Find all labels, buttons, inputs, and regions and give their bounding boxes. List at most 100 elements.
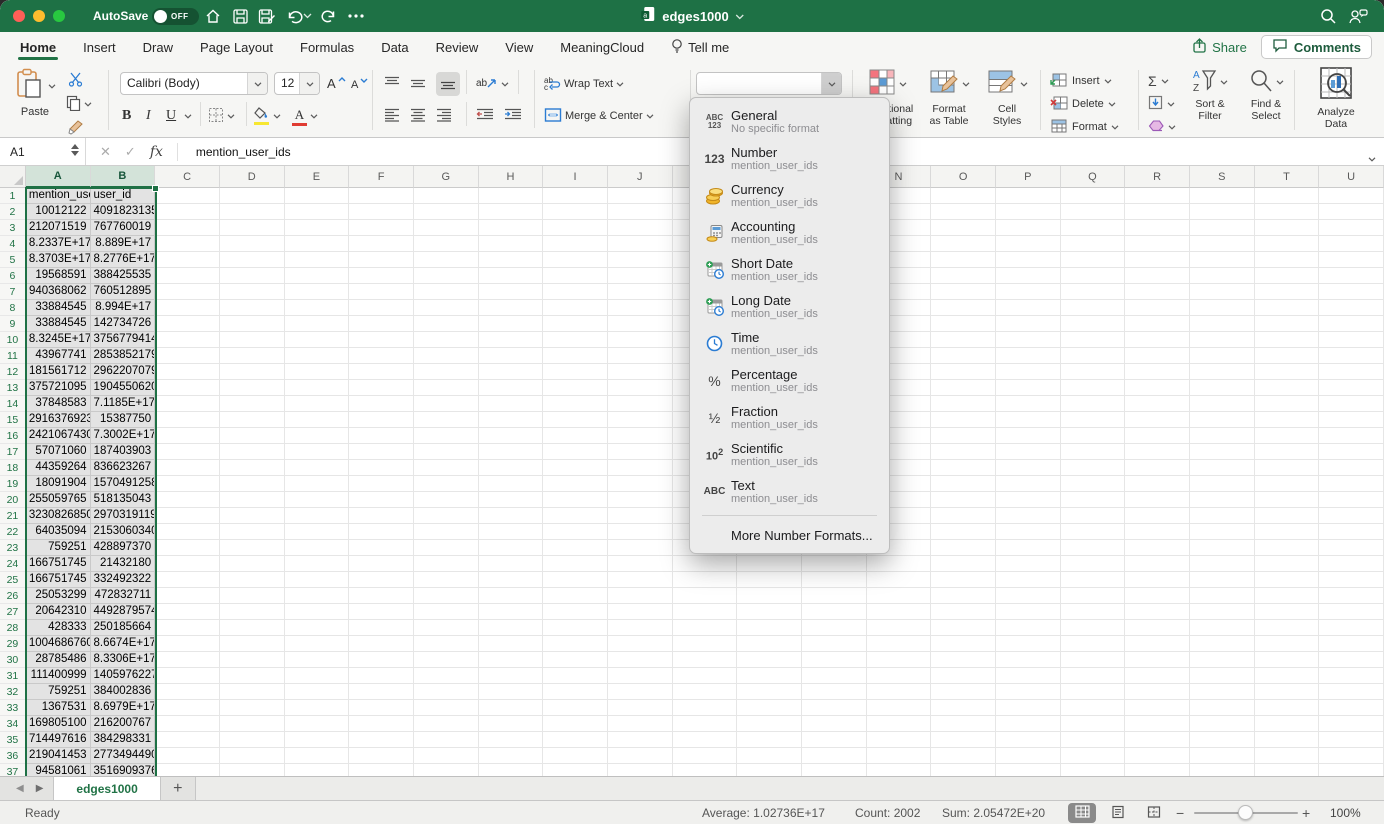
tab-tell-me[interactable]: Tell me xyxy=(671,32,729,62)
cell-r23[interactable] xyxy=(1125,540,1190,556)
cell-b28[interactable]: 250185664 xyxy=(91,620,156,636)
cell-g7[interactable] xyxy=(414,284,479,300)
cell-f12[interactable] xyxy=(349,364,414,380)
cell-e21[interactable] xyxy=(285,508,350,524)
align-right-button[interactable] xyxy=(436,104,452,128)
cell-b29[interactable]: 8.6674E+17 xyxy=(91,636,156,652)
cell-a1[interactable]: mention_user_ids xyxy=(26,188,91,204)
cell-j30[interactable] xyxy=(608,652,673,668)
cell-o32[interactable] xyxy=(931,684,996,700)
cell-t20[interactable] xyxy=(1255,492,1320,508)
cell-j2[interactable] xyxy=(608,204,673,220)
cell-p9[interactable] xyxy=(996,316,1061,332)
cell-f31[interactable] xyxy=(349,668,414,684)
cell-i30[interactable] xyxy=(543,652,608,668)
cell-r27[interactable] xyxy=(1125,604,1190,620)
cell-n33[interactable] xyxy=(867,700,932,716)
cell-h27[interactable] xyxy=(479,604,544,620)
cell-i2[interactable] xyxy=(543,204,608,220)
cell-b19[interactable]: 1570491258 xyxy=(91,476,156,492)
cell-c2[interactable] xyxy=(155,204,220,220)
cell-k35[interactable] xyxy=(673,732,738,748)
cell-i4[interactable] xyxy=(543,236,608,252)
cell-g24[interactable] xyxy=(414,556,479,572)
sheet-tab-active[interactable]: edges1000 xyxy=(53,777,160,800)
cell-a35[interactable]: 714497616 xyxy=(26,732,91,748)
cell-u13[interactable] xyxy=(1319,380,1384,396)
cell-l27[interactable] xyxy=(737,604,802,620)
cell-p5[interactable] xyxy=(996,252,1061,268)
cell-u14[interactable] xyxy=(1319,396,1384,412)
cell-q24[interactable] xyxy=(1061,556,1126,572)
cell-b6[interactable]: 388425535 xyxy=(91,268,156,284)
column-header-i[interactable]: I xyxy=(543,166,608,188)
cell-o8[interactable] xyxy=(931,300,996,316)
cell-p19[interactable] xyxy=(996,476,1061,492)
cell-u3[interactable] xyxy=(1319,220,1384,236)
cell-i15[interactable] xyxy=(543,412,608,428)
cell-b34[interactable]: 216200767 xyxy=(91,716,156,732)
cell-d22[interactable] xyxy=(220,524,285,540)
format-cells-button[interactable]: Format xyxy=(1050,116,1119,138)
cell-i19[interactable] xyxy=(543,476,608,492)
cell-a4[interactable]: 8.2337E+17 xyxy=(26,236,91,252)
cell-j8[interactable] xyxy=(608,300,673,316)
column-header-p[interactable]: P xyxy=(996,166,1061,188)
zoom-out-button[interactable]: − xyxy=(1176,801,1184,824)
cell-o36[interactable] xyxy=(931,748,996,764)
cell-p27[interactable] xyxy=(996,604,1061,620)
cell-p28[interactable] xyxy=(996,620,1061,636)
cell-a20[interactable]: 255059765 xyxy=(26,492,91,508)
cell-f24[interactable] xyxy=(349,556,414,572)
cell-r4[interactable] xyxy=(1125,236,1190,252)
cell-r22[interactable] xyxy=(1125,524,1190,540)
cell-h22[interactable] xyxy=(479,524,544,540)
cell-t2[interactable] xyxy=(1255,204,1320,220)
cell-e14[interactable] xyxy=(285,396,350,412)
cell-t1[interactable] xyxy=(1255,188,1320,204)
cell-s25[interactable] xyxy=(1190,572,1255,588)
cell-u4[interactable] xyxy=(1319,236,1384,252)
cell-s23[interactable] xyxy=(1190,540,1255,556)
cell-g12[interactable] xyxy=(414,364,479,380)
cell-i3[interactable] xyxy=(543,220,608,236)
cell-d29[interactable] xyxy=(220,636,285,652)
cell-j34[interactable] xyxy=(608,716,673,732)
cell-g33[interactable] xyxy=(414,700,479,716)
align-left-button[interactable] xyxy=(384,104,400,128)
cell-i18[interactable] xyxy=(543,460,608,476)
cell-f19[interactable] xyxy=(349,476,414,492)
cell-l34[interactable] xyxy=(737,716,802,732)
cell-c33[interactable] xyxy=(155,700,220,716)
cell-h11[interactable] xyxy=(479,348,544,364)
cell-b3[interactable]: 767760019 xyxy=(91,220,156,236)
cell-d20[interactable] xyxy=(220,492,285,508)
cell-j18[interactable] xyxy=(608,460,673,476)
row-header-24[interactable]: 24 xyxy=(0,556,26,572)
cell-b14[interactable]: 7.1185E+17 xyxy=(91,396,156,412)
cell-n36[interactable] xyxy=(867,748,932,764)
cell-j11[interactable] xyxy=(608,348,673,364)
cell-a13[interactable]: 375721095 xyxy=(26,380,91,396)
cell-r30[interactable] xyxy=(1125,652,1190,668)
cell-r36[interactable] xyxy=(1125,748,1190,764)
cell-j29[interactable] xyxy=(608,636,673,652)
cell-i6[interactable] xyxy=(543,268,608,284)
cell-q29[interactable] xyxy=(1061,636,1126,652)
row-header-35[interactable]: 35 xyxy=(0,732,26,748)
cell-p8[interactable] xyxy=(996,300,1061,316)
cell-p18[interactable] xyxy=(996,460,1061,476)
column-header-r[interactable]: R xyxy=(1125,166,1190,188)
more-commands-icon[interactable] xyxy=(346,6,366,26)
format-painter-button[interactable] xyxy=(68,116,84,140)
row-header-27[interactable]: 27 xyxy=(0,604,26,620)
cell-q11[interactable] xyxy=(1061,348,1126,364)
tab-draw[interactable]: Draw xyxy=(143,32,173,62)
cell-h2[interactable] xyxy=(479,204,544,220)
cell-d18[interactable] xyxy=(220,460,285,476)
cell-u5[interactable] xyxy=(1319,252,1384,268)
cell-h31[interactable] xyxy=(479,668,544,684)
cell-k28[interactable] xyxy=(673,620,738,636)
cell-m31[interactable] xyxy=(802,668,867,684)
cell-h17[interactable] xyxy=(479,444,544,460)
